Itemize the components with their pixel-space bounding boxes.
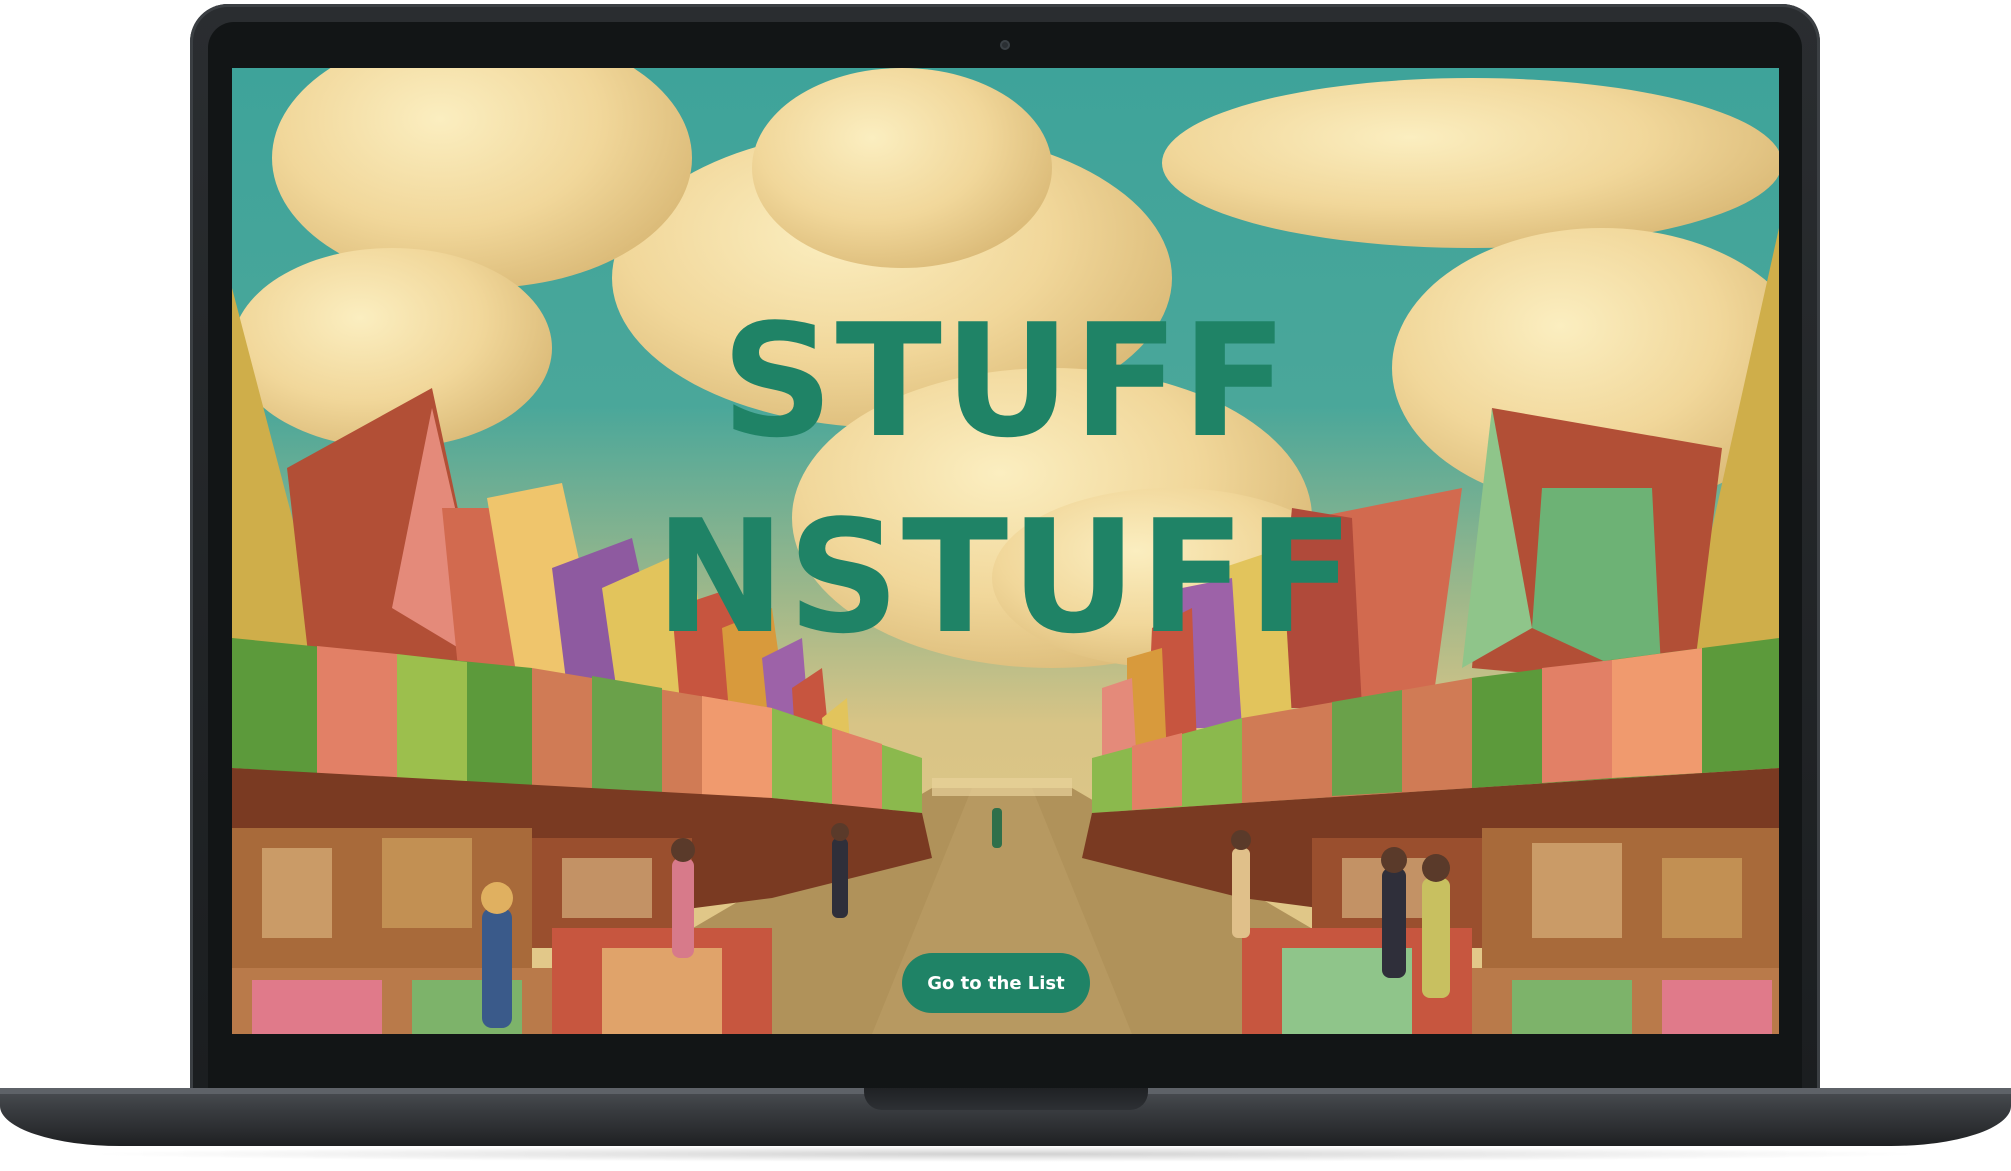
- webcam-icon: [1000, 40, 1010, 50]
- laptop-screen: STUFF NSTUFF Go to the List: [232, 68, 1779, 1034]
- hero-title-line-2: NSTUFF: [654, 486, 1357, 668]
- laptop-shadow: [80, 1146, 1930, 1162]
- mockup-stage: STUFF NSTUFF Go to the List: [0, 0, 2011, 1171]
- go-to-list-button[interactable]: Go to the List: [902, 953, 1090, 1013]
- hero-title-line-1: STUFF: [721, 290, 1290, 472]
- laptop-opening-notch: [864, 1088, 1148, 1110]
- hero-title: STUFF NSTUFF: [232, 283, 1779, 675]
